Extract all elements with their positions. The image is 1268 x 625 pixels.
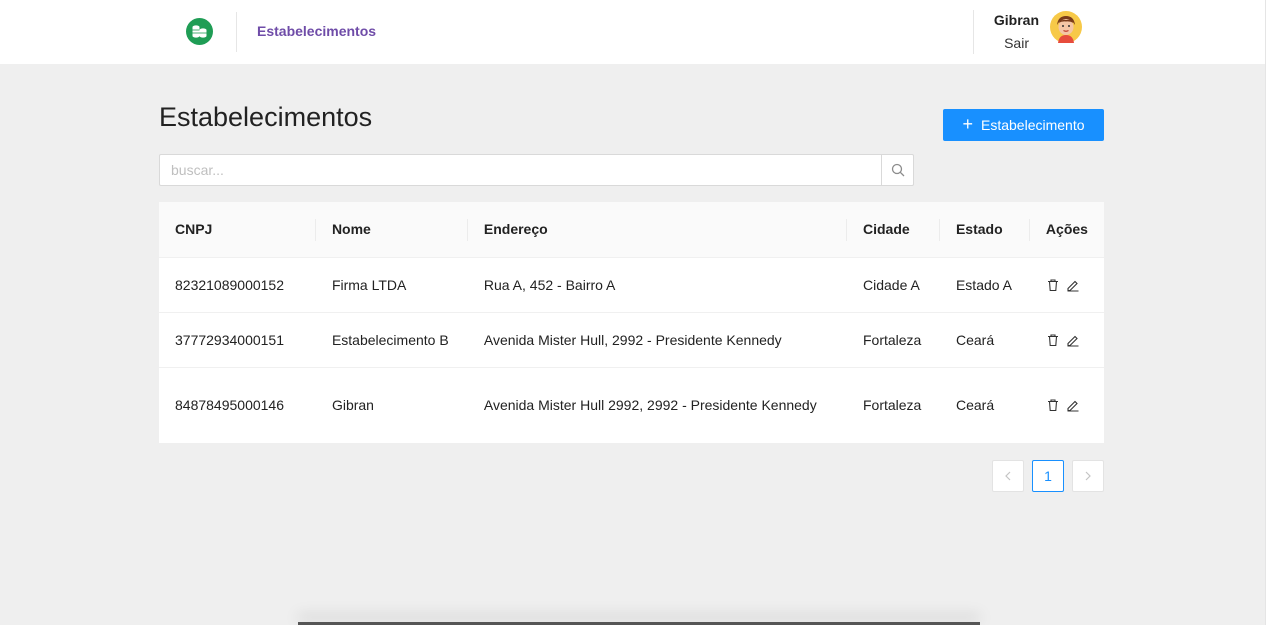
search-input[interactable] xyxy=(160,155,881,185)
column-header-cidade[interactable]: Cidade xyxy=(846,202,940,258)
cell-estado: Estado A xyxy=(939,257,1030,313)
pagination-page-button[interactable]: 1 xyxy=(1032,460,1064,492)
cell-cidade: Fortaleza xyxy=(846,312,940,368)
cell-cidade: Cidade A xyxy=(846,257,940,313)
chevron-right-icon xyxy=(1084,471,1092,481)
cell-nome: Gibran xyxy=(331,397,374,414)
header-divider xyxy=(236,12,237,52)
cell-estado: Ceará xyxy=(955,397,995,414)
cell-endereco: Rua A, 452 - Bairro A xyxy=(467,257,847,313)
avatar[interactable] xyxy=(1050,11,1082,43)
app-header: Estabelecimentos Gibran Sair xyxy=(0,0,1265,64)
cell-actions xyxy=(1029,312,1104,368)
search-bar xyxy=(159,154,914,186)
delete-icon[interactable] xyxy=(1046,278,1060,292)
table-row: 84878495000146 Gibran Avenida Mister Hul… xyxy=(159,367,1104,443)
logout-link[interactable]: Sair xyxy=(985,35,1029,51)
column-header-nome[interactable]: Nome xyxy=(315,202,468,258)
table-row: 82321089000152 Firma LTDA Rua A, 452 - B… xyxy=(159,257,1104,313)
column-header-acoes: Ações xyxy=(1029,202,1104,258)
table-row: 37772934000151 Estabelecimento B Avenida… xyxy=(159,312,1104,368)
column-header-cnpj[interactable]: CNPJ xyxy=(159,202,316,258)
edit-icon[interactable] xyxy=(1066,398,1080,412)
chevron-left-icon xyxy=(1004,471,1012,481)
pagination-next-button[interactable] xyxy=(1072,460,1104,492)
cell-nome: Estabelecimento B xyxy=(315,312,468,368)
search-button[interactable] xyxy=(881,155,913,185)
edit-icon[interactable] xyxy=(1066,333,1080,347)
cell-endereco: Avenida Mister Hull, 2992 - Presidente K… xyxy=(467,312,847,368)
edit-icon[interactable] xyxy=(1066,278,1080,292)
column-header-endereco[interactable]: Endereço xyxy=(467,202,848,258)
establishments-table: CNPJ Nome Endereço Cidade Estado Ações 8… xyxy=(159,202,1104,443)
column-header-estado[interactable]: Estado xyxy=(939,202,1030,258)
pagination-prev-button[interactable] xyxy=(992,460,1024,492)
plus-icon: + xyxy=(962,114,973,134)
table-header-row: CNPJ Nome Endereço Cidade Estado Ações xyxy=(159,202,1104,258)
cell-cidade: Fortaleza xyxy=(862,397,922,414)
cell-actions xyxy=(1030,367,1104,443)
cell-cnpj: 82321089000152 xyxy=(159,257,316,313)
cell-cnpj: 84878495000146 xyxy=(175,397,285,414)
cell-estado: Ceará xyxy=(939,312,1030,368)
user-divider xyxy=(973,10,974,54)
coins-logo-icon[interactable] xyxy=(186,18,213,45)
cell-cnpj: 37772934000151 xyxy=(159,312,316,368)
add-button-label: Estabelecimento xyxy=(981,117,1085,133)
nav-link-estabelecimentos[interactable]: Estabelecimentos xyxy=(257,23,376,39)
page-title: Estabelecimentos xyxy=(159,102,373,132)
delete-icon[interactable] xyxy=(1046,398,1060,412)
search-icon xyxy=(891,163,905,177)
cell-nome: Firma LTDA xyxy=(315,257,468,313)
cell-actions xyxy=(1029,257,1104,313)
cell-endereco: Avenida Mister Hull 2992, 2992 - Preside… xyxy=(483,397,817,414)
user-name: Gibran xyxy=(993,12,1039,28)
add-establishment-button[interactable]: + Estabelecimento xyxy=(943,109,1104,141)
delete-icon[interactable] xyxy=(1046,333,1060,347)
